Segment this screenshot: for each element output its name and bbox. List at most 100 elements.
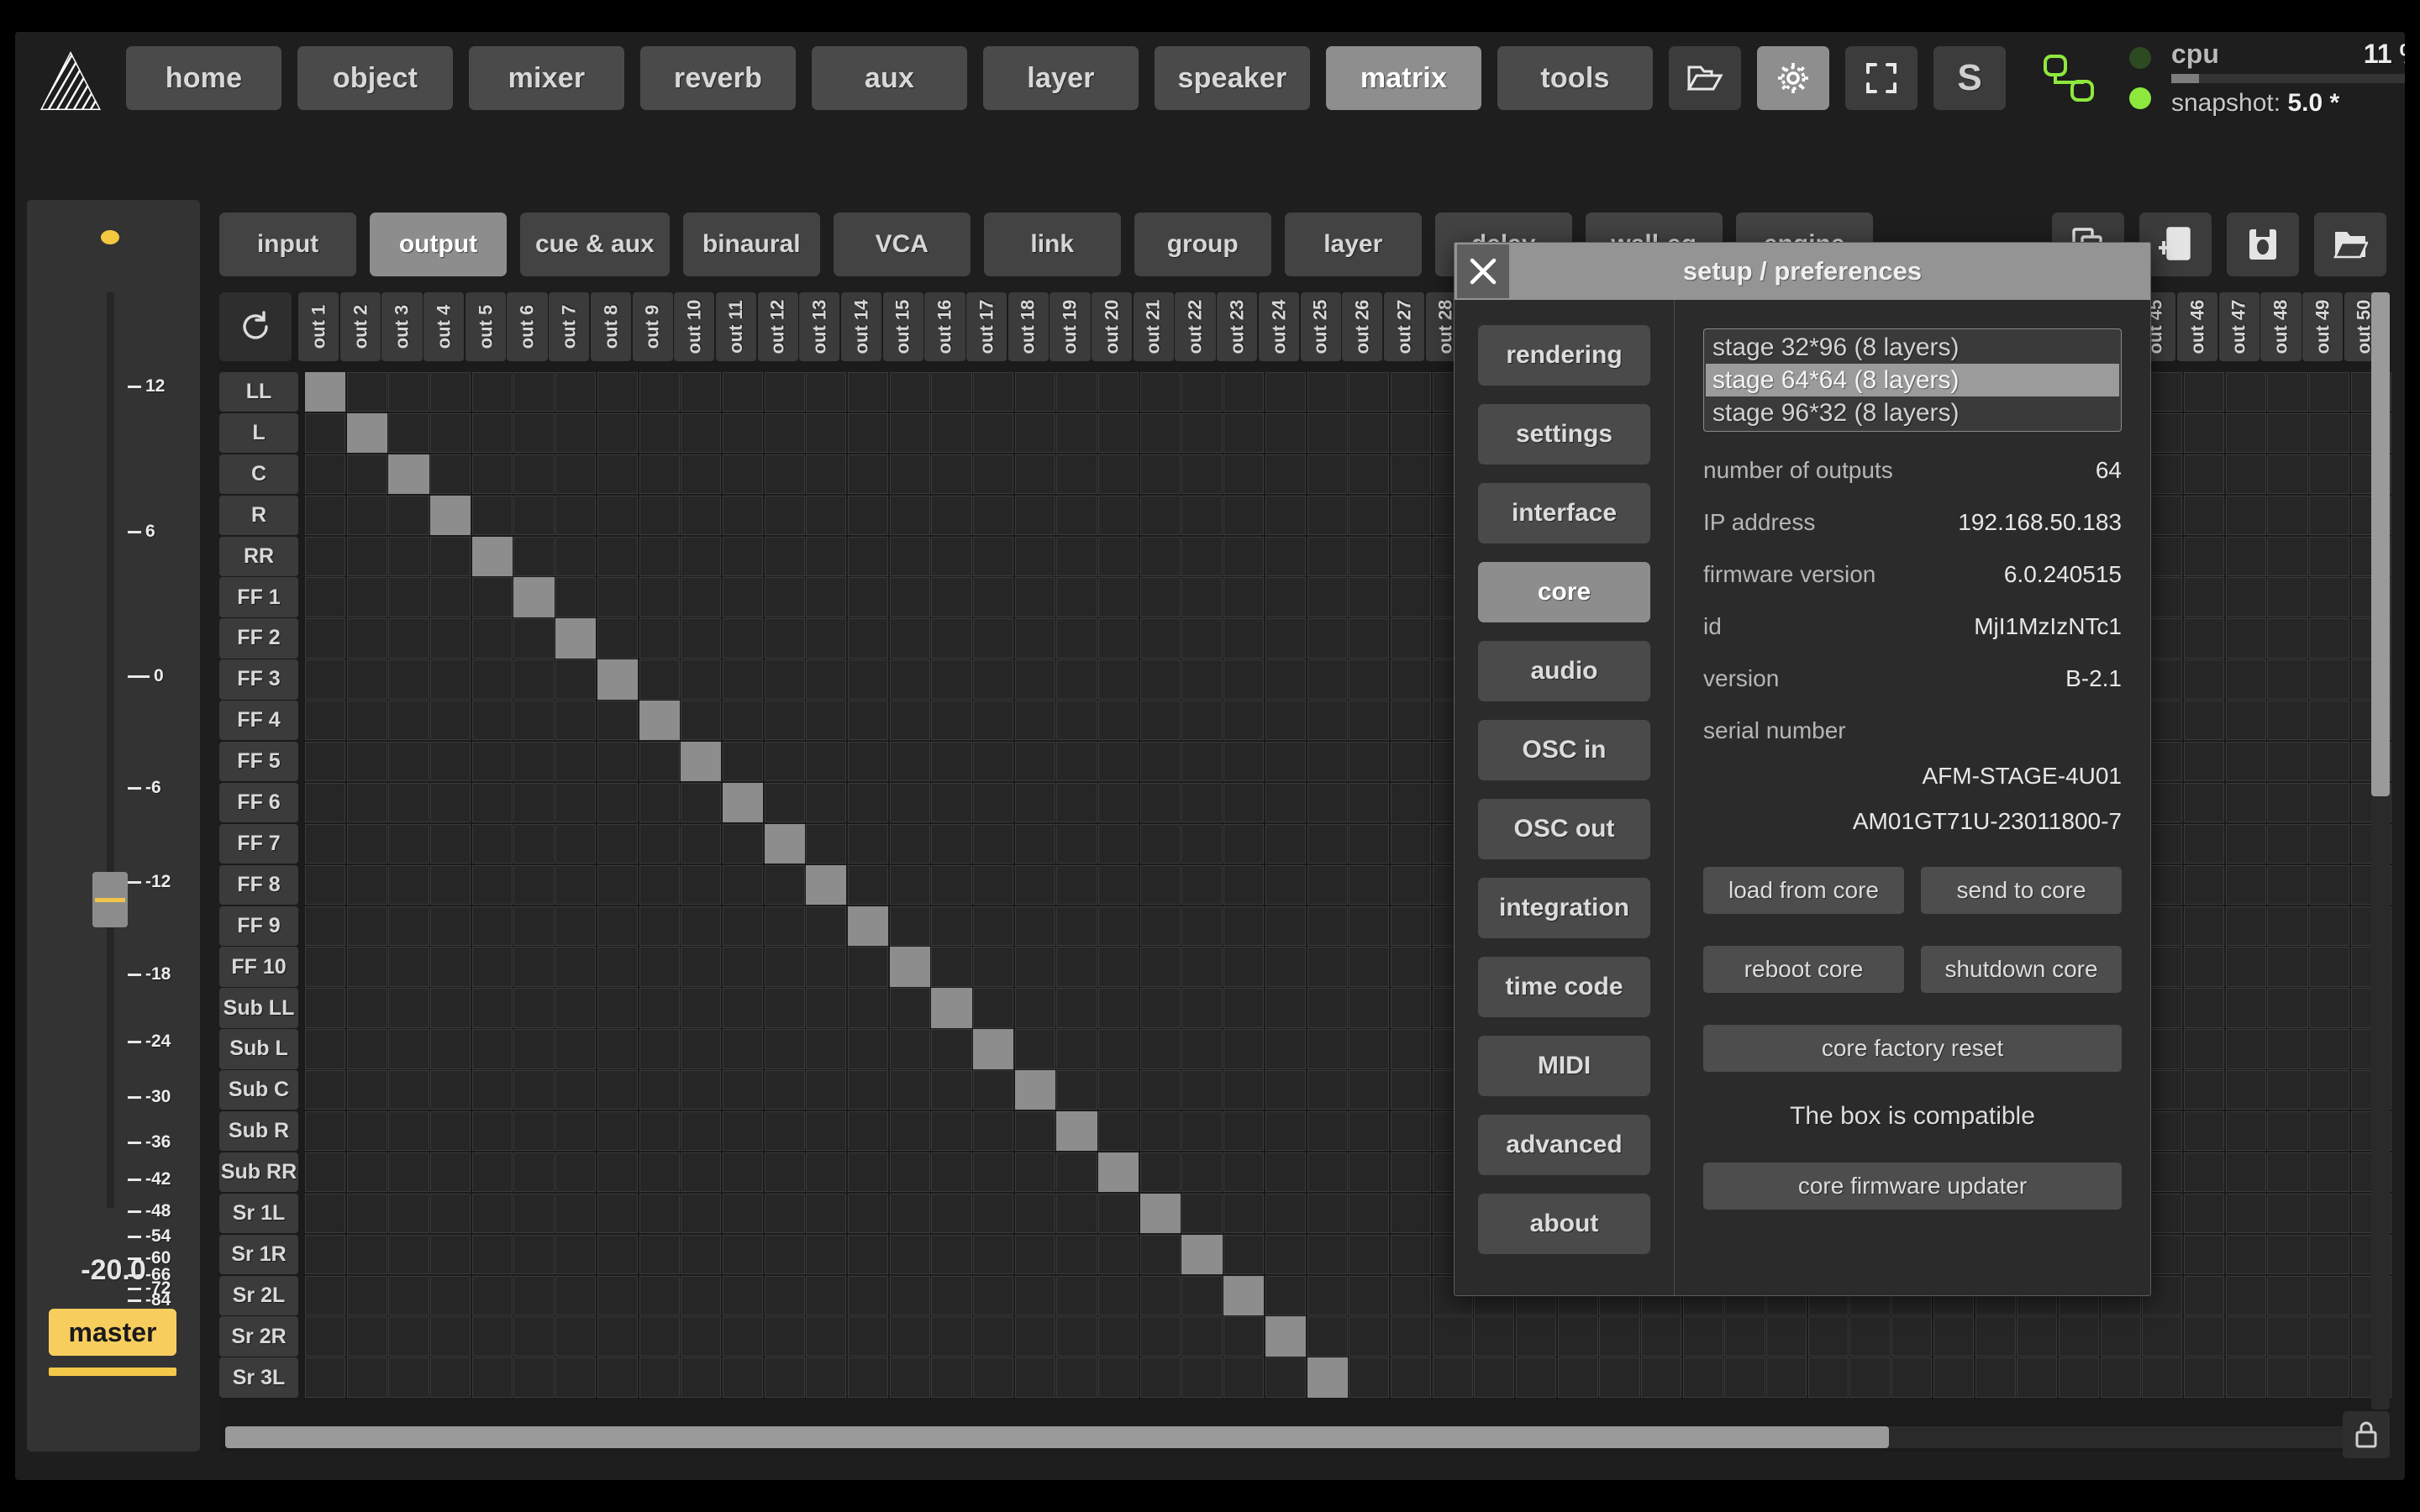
matrix-cell[interactable] [2183, 906, 2225, 946]
dialog-sidebar-item-rendering[interactable]: rendering [1478, 325, 1650, 386]
matrix-cell[interactable] [806, 1357, 847, 1398]
matrix-cell[interactable] [388, 1029, 429, 1069]
matrix-cell[interactable] [764, 536, 805, 576]
matrix-cell[interactable] [1139, 947, 1181, 987]
matrix-column-header[interactable]: out 5 [465, 292, 506, 361]
matrix-cell[interactable] [346, 1357, 387, 1398]
matrix-cell[interactable] [1056, 1234, 1097, 1274]
matrix-cell[interactable] [889, 618, 930, 659]
matrix-cell[interactable] [2309, 1275, 2350, 1315]
matrix-cell[interactable] [2225, 701, 2266, 741]
matrix-cell[interactable] [2267, 1193, 2308, 1234]
matrix-column-header[interactable]: out 13 [799, 292, 840, 361]
matrix-cell[interactable] [1599, 1316, 1640, 1357]
matrix-cell[interactable] [430, 454, 471, 495]
matrix-cell[interactable] [305, 742, 346, 782]
matrix-cell[interactable] [1098, 1357, 1139, 1398]
matrix-cell[interactable] [2225, 1316, 2266, 1357]
matrix-cell[interactable] [1891, 1316, 1933, 1357]
matrix-cell[interactable] [1265, 1275, 1306, 1315]
matrix-cell[interactable] [346, 1111, 387, 1152]
matrix-cell[interactable] [1014, 412, 1055, 454]
matrix-cell[interactable] [1807, 1316, 1849, 1357]
matrix-cell[interactable] [305, 1111, 346, 1152]
gear-icon[interactable] [1757, 46, 1829, 110]
matrix-cell[interactable] [555, 988, 597, 1028]
matrix-cell[interactable] [1014, 701, 1055, 741]
matrix-cell[interactable] [2183, 823, 2225, 864]
matrix-cell[interactable] [889, 701, 930, 741]
matrix-cell[interactable] [889, 988, 930, 1028]
matrix-cell[interactable] [513, 1275, 555, 1315]
matrix-cell[interactable] [722, 1193, 764, 1234]
matrix-cell[interactable] [889, 823, 930, 864]
matrix-cell[interactable] [1390, 906, 1432, 946]
matrix-cell[interactable] [1390, 988, 1432, 1028]
matrix-cell[interactable] [346, 906, 387, 946]
matrix-cell[interactable] [1181, 782, 1223, 823]
dialog-sidebar-item-time-code[interactable]: time code [1478, 957, 1650, 1017]
matrix-cell[interactable] [1349, 536, 1390, 576]
matrix-cell[interactable] [1265, 701, 1306, 741]
matrix-cell[interactable] [2225, 412, 2266, 454]
open-icon[interactable] [2314, 213, 2386, 276]
matrix-cell[interactable] [1390, 618, 1432, 659]
matrix-cell[interactable] [305, 1275, 346, 1315]
matrix-cell[interactable] [471, 1152, 513, 1193]
matrix-cell[interactable] [2309, 782, 2350, 823]
matrix-cell[interactable] [597, 372, 638, 412]
matrix-cell[interactable] [681, 906, 722, 946]
matrix-cell[interactable] [1139, 1316, 1181, 1357]
matrix-cell[interactable] [305, 1316, 346, 1357]
matrix-cell[interactable] [1181, 618, 1223, 659]
matrix-cell[interactable] [1349, 495, 1390, 535]
matrix-cell[interactable] [471, 495, 513, 535]
matrix-cell[interactable] [1265, 577, 1306, 617]
matrix-cell[interactable] [346, 412, 387, 454]
matrix-cell[interactable] [1056, 577, 1097, 617]
matrix-cell[interactable] [1181, 1234, 1223, 1274]
matrix-cell[interactable] [1223, 412, 1265, 454]
matrix-cell[interactable] [2267, 823, 2308, 864]
matrix-column-header[interactable]: out 15 [882, 292, 923, 361]
matrix-cell[interactable] [931, 659, 972, 700]
matrix-cell[interactable] [1098, 988, 1139, 1028]
matrix-cell[interactable] [1307, 742, 1348, 782]
matrix-cell[interactable] [973, 988, 1014, 1028]
matrix-cell[interactable] [973, 372, 1014, 412]
matrix-cell[interactable] [722, 1029, 764, 1069]
matrix-cell[interactable] [2309, 495, 2350, 535]
matrix-cell[interactable] [806, 823, 847, 864]
matrix-cell[interactable] [1014, 1111, 1055, 1152]
matrix-cell[interactable] [555, 1275, 597, 1315]
matrix-cell[interactable] [1139, 988, 1181, 1028]
matrix-cell[interactable] [388, 701, 429, 741]
matrix-cell[interactable] [513, 659, 555, 700]
matrix-cell[interactable] [1014, 906, 1055, 946]
matrix-cell[interactable] [555, 1152, 597, 1193]
matrix-cell[interactable] [806, 742, 847, 782]
matrix-cell[interactable] [1307, 701, 1348, 741]
matrix-cell[interactable] [973, 1029, 1014, 1069]
matrix-cell[interactable] [1056, 864, 1097, 905]
matrix-cell[interactable] [346, 823, 387, 864]
matrix-cell[interactable] [722, 864, 764, 905]
matrix-cell[interactable] [388, 577, 429, 617]
dialog-sidebar-item-settings[interactable]: settings [1478, 404, 1650, 465]
fader-track[interactable] [107, 292, 114, 1208]
matrix-cell[interactable] [1641, 1316, 1682, 1357]
matrix-cell[interactable] [847, 1275, 889, 1315]
matrix-cell[interactable] [1098, 412, 1139, 454]
matrix-cell[interactable] [513, 495, 555, 535]
matrix-cell[interactable] [346, 372, 387, 412]
matrix-cell[interactable] [931, 1152, 972, 1193]
matrix-cell[interactable] [639, 1111, 680, 1152]
matrix-cell[interactable] [806, 659, 847, 700]
matrix-cell[interactable] [471, 577, 513, 617]
matrix-cell[interactable] [847, 659, 889, 700]
matrix-cell[interactable] [513, 947, 555, 987]
matrix-cell[interactable] [806, 372, 847, 412]
matrix-cell[interactable] [1223, 454, 1265, 495]
matrix-cell[interactable] [1139, 1152, 1181, 1193]
matrix-cell[interactable] [346, 1152, 387, 1193]
